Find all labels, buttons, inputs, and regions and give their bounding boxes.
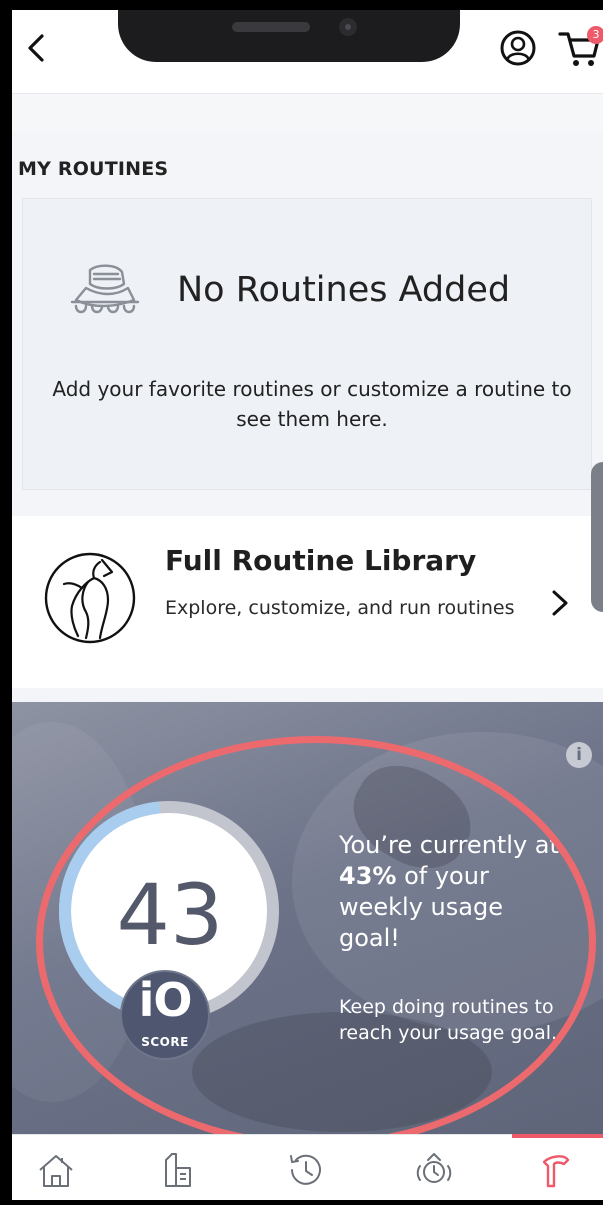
products-icon[interactable] xyxy=(156,1148,200,1192)
nav-active-indicator xyxy=(512,1134,603,1138)
routine-library-title[interactable]: Full Routine Library xyxy=(165,544,476,577)
notch-camera xyxy=(339,18,357,36)
io-badge-label: SCORE xyxy=(141,1035,189,1049)
routine-library-description: Explore, customize, and run routines xyxy=(165,597,515,619)
chevron-right-icon[interactable] xyxy=(548,586,572,620)
body-routine-icon xyxy=(44,552,136,644)
empty-routines-description: Add your favorite routines or customize … xyxy=(52,377,572,431)
section-title: MY ROUTINES xyxy=(18,158,169,180)
cart-count-badge: 3 xyxy=(587,26,603,44)
device-timer-icon[interactable] xyxy=(412,1148,456,1192)
phone-notch xyxy=(118,10,460,62)
profile-icon[interactable] xyxy=(498,28,538,68)
section-gap xyxy=(12,94,603,132)
empty-routines-title: No Routines Added xyxy=(177,270,511,310)
usage-percent: 43% xyxy=(339,862,397,890)
info-icon[interactable]: i xyxy=(566,742,592,768)
keep-going-message: Keep doing routines to reach your usage … xyxy=(339,996,558,1044)
massage-device-icon xyxy=(70,264,140,314)
notch-speaker xyxy=(232,22,310,32)
empty-routines-card xyxy=(22,198,592,490)
side-drawer-handle[interactable] xyxy=(591,462,603,612)
app-screen: 3 MY ROUTINES No Routines Added Add your… xyxy=(12,10,603,1200)
usage-prefix: You’re currently at xyxy=(339,831,559,859)
io-badge-text: iO xyxy=(138,973,193,1027)
usage-message: You’re currently at 43% of your weekly u… xyxy=(339,830,569,954)
score-value: 43 xyxy=(116,866,224,964)
back-button[interactable] xyxy=(22,28,52,68)
history-icon[interactable] xyxy=(284,1148,328,1192)
home-icon[interactable] xyxy=(34,1148,78,1192)
theragun-icon[interactable] xyxy=(534,1148,578,1192)
device-frame: 3 MY ROUTINES No Routines Added Add your… xyxy=(0,0,603,1205)
